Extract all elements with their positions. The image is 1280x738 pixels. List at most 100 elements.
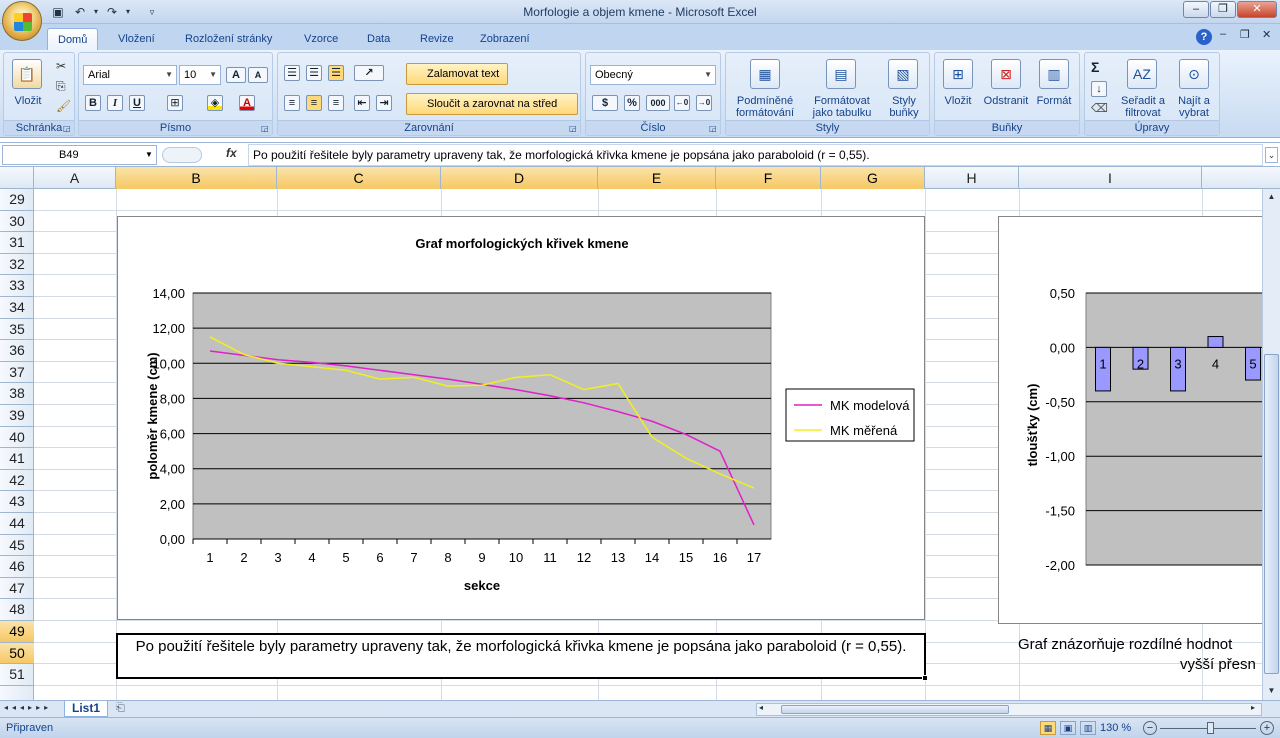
row-header[interactable]: 48 (0, 599, 34, 621)
page-break-view-icon[interactable]: ▥ (1080, 721, 1096, 735)
row-header[interactable]: 32 (0, 254, 34, 276)
formula-bar-expander-icon[interactable] (162, 147, 202, 163)
fill-icon[interactable]: ↓ (1091, 81, 1107, 97)
formula-input[interactable]: Po použití řešitele byly parametry uprav… (248, 144, 1263, 166)
grow-font-icon[interactable]: A (226, 67, 246, 83)
row-header[interactable]: 37 (0, 362, 34, 384)
font-color-icon[interactable]: A (239, 95, 255, 111)
sheet-tab-list1[interactable]: List1 (64, 701, 108, 717)
paste-icon[interactable]: 📋 (12, 59, 42, 89)
column-header[interactable]: I (1019, 167, 1202, 189)
decrease-indent-icon[interactable]: ⇤ (354, 95, 370, 111)
delete-cells-button[interactable]: Odstranit (979, 95, 1033, 107)
dialog-launcher-icon[interactable]: ◲ (261, 124, 270, 133)
minimize-button[interactable]: – (1183, 1, 1209, 18)
chevron-down-icon[interactable]: ▼ (145, 146, 153, 164)
row-header[interactable]: 49 (0, 621, 34, 643)
page-layout-view-icon[interactable]: ▣ (1060, 721, 1076, 735)
decrease-decimal-icon[interactable]: →0 (696, 95, 712, 111)
row-header[interactable]: 33 (0, 275, 34, 297)
number-format-combo[interactable]: Obecný ▼ (590, 65, 716, 85)
format-cells-button[interactable]: Formát (1031, 95, 1077, 107)
horizontal-scrollbar[interactable]: ◂ ▸ (756, 703, 1262, 716)
zoom-in-icon[interactable]: + (1260, 721, 1274, 735)
clear-icon[interactable]: ⌫ (1091, 101, 1108, 115)
name-box[interactable]: B49 ▼ (2, 145, 157, 165)
cell-styles-button[interactable]: Styly buňky (880, 95, 928, 119)
ribbon-close-icon[interactable]: ✕ (1262, 28, 1271, 41)
row-header[interactable]: 47 (0, 578, 34, 600)
selected-cell-caption[interactable]: Po použití řešitele byly parametry uprav… (116, 633, 926, 679)
customize-toolbar-icon[interactable]: ▿ (144, 4, 160, 20)
office-button[interactable] (2, 1, 42, 41)
normal-view-icon[interactable]: ▦ (1040, 721, 1056, 735)
bold-button[interactable]: B (85, 95, 101, 111)
row-header[interactable]: 39 (0, 405, 34, 427)
row-header[interactable]: 42 (0, 470, 34, 492)
autosum-icon[interactable]: Σ (1091, 59, 1099, 75)
column-header[interactable]: F (716, 167, 821, 189)
row-header[interactable]: 31 (0, 232, 34, 254)
row-header[interactable]: 34 (0, 297, 34, 319)
chart-thickness-differences[interactable]: -2,00 -1,50 -1,00 -0,50 0,00 0,50 tloušťky (cm… (998, 216, 1280, 624)
cut-icon[interactable]: ✂ (56, 59, 66, 73)
scroll-left-icon[interactable]: ◂ (759, 703, 763, 712)
copy-icon[interactable]: ⎘ (56, 79, 66, 94)
tab-review[interactable]: Revize (410, 28, 464, 50)
percent-button[interactable]: % (624, 95, 640, 111)
scroll-down-icon[interactable]: ▼ (1264, 683, 1279, 699)
ribbon-restore-icon[interactable]: ❐ (1240, 28, 1250, 41)
undo-dropdown-icon[interactable]: ▾ (88, 4, 104, 20)
expand-formula-bar-icon[interactable]: ⌄ (1265, 147, 1278, 163)
chart-morphology[interactable]: Graf morfologických křivek kmene 0,00 2,00… (117, 216, 925, 620)
format-as-table-icon[interactable]: ▤ (826, 59, 856, 89)
fill-handle[interactable] (922, 675, 928, 681)
row-header[interactable]: 45 (0, 535, 34, 557)
horizontal-scroll-thumb[interactable] (781, 705, 1009, 714)
help-icon[interactable]: ? (1196, 29, 1212, 45)
redo-icon[interactable]: ↷ (104, 4, 120, 20)
scroll-up-icon[interactable]: ▲ (1264, 189, 1279, 205)
underline-button[interactable]: U (129, 95, 145, 111)
format-painter-icon[interactable]: 🖌 (56, 99, 71, 113)
undo-icon[interactable]: ↶ (72, 4, 88, 20)
row-header[interactable]: 35 (0, 319, 34, 341)
binoculars-icon[interactable]: ⊙ (1179, 59, 1209, 89)
font-name-combo[interactable]: Arial ▼ (83, 65, 177, 85)
merge-center-button[interactable]: Sloučit a zarovnat na střed (406, 93, 578, 115)
column-header[interactable]: H (925, 167, 1019, 189)
column-header[interactable]: E (598, 167, 716, 189)
row-header[interactable]: 40 (0, 427, 34, 449)
column-header[interactable]: D (441, 167, 598, 189)
format-cells-icon[interactable]: ▥ (1039, 59, 1069, 89)
paste-button[interactable]: Vložit (6, 95, 50, 107)
redo-dropdown-icon[interactable]: ▾ (120, 4, 136, 20)
row-header[interactable]: 50 (0, 642, 34, 665)
font-size-combo[interactable]: 10 ▼ (179, 65, 221, 85)
tab-formulas[interactable]: Vzorce (294, 28, 348, 50)
tab-insert[interactable]: Vložení (108, 28, 165, 50)
close-button[interactable]: ✕ (1237, 1, 1277, 18)
align-top-icon[interactable]: ☰ (284, 65, 300, 81)
vertical-scrollbar[interactable]: ▲ ▼ (1262, 189, 1280, 700)
align-right-icon[interactable]: ≡ (328, 95, 344, 111)
sort-filter-icon[interactable]: AZ (1127, 59, 1157, 89)
accounting-format-icon[interactable]: $ (592, 95, 618, 111)
scroll-thumb[interactable] (1264, 354, 1279, 674)
row-header[interactable]: 43 (0, 491, 34, 513)
increase-decimal-icon[interactable]: ←0 (674, 95, 690, 111)
tab-data[interactable]: Data (357, 28, 400, 50)
conditional-formatting-button[interactable]: Podmíněné formátování (726, 95, 804, 119)
row-header[interactable]: 38 (0, 383, 34, 405)
zoom-level[interactable]: 130 % (1100, 722, 1131, 734)
borders-icon[interactable]: ⊞ (167, 95, 183, 111)
sheet-nav-icon[interactable]: ◂◂◂▸▸▸ (4, 703, 52, 712)
insert-function-icon[interactable]: fx (226, 146, 237, 160)
maximize-button[interactable]: ❐ (1210, 1, 1236, 18)
row-header[interactable]: 29 (0, 189, 34, 211)
align-left-icon[interactable]: ≡ (284, 95, 300, 111)
column-header[interactable]: B (116, 167, 277, 189)
sort-filter-button[interactable]: Seřadit a filtrovat (1115, 95, 1171, 119)
save-icon[interactable]: ▣ (50, 4, 66, 20)
column-header[interactable] (1202, 167, 1280, 189)
